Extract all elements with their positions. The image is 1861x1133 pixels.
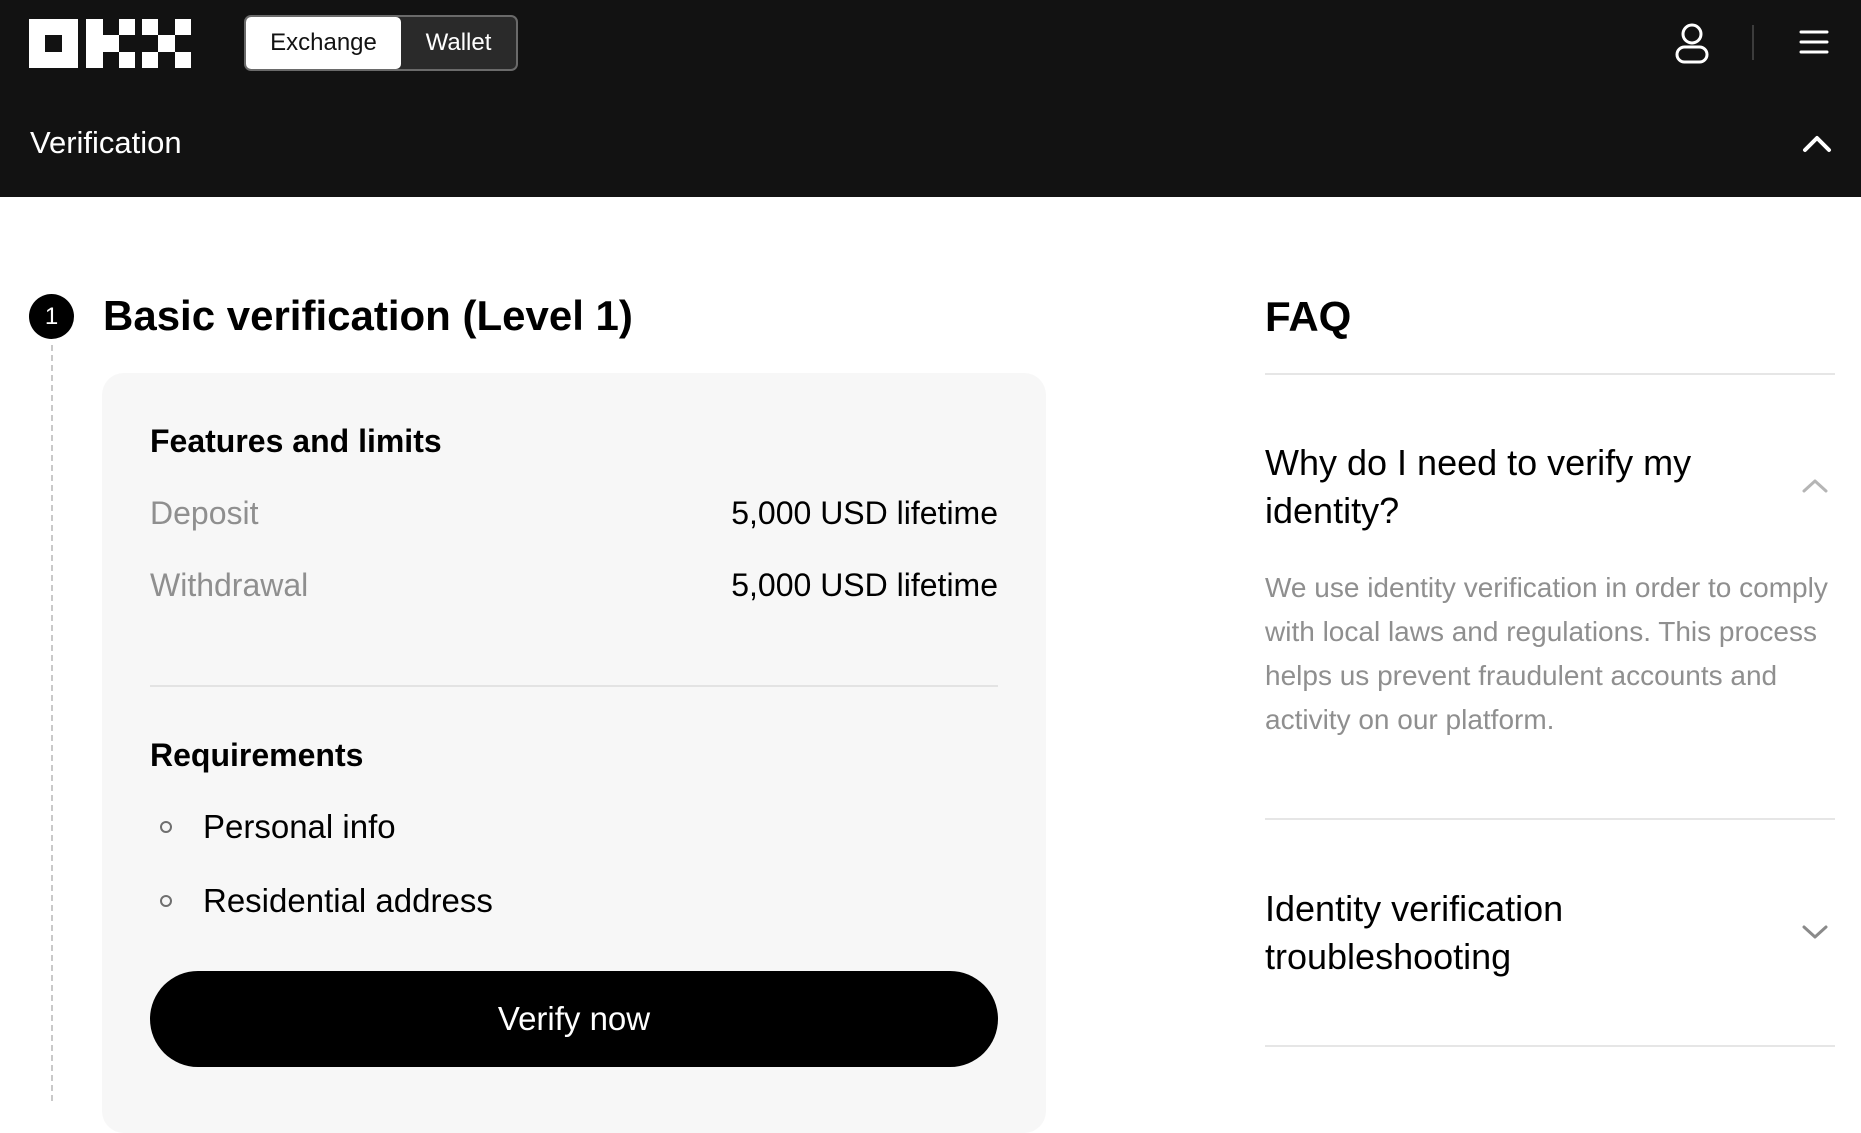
requirements-title: Requirements [150,737,364,773]
requirement-label: Personal info [203,808,396,845]
top-navigation-bar: Exchange Wallet Verification [0,0,1861,197]
limit-row-withdrawal: Withdrawal 5,000 USD lifetime [150,563,998,607]
faq-divider [1265,373,1835,375]
limit-label: Deposit [150,494,259,531]
step-title: Basic verification (Level 1) [103,292,633,339]
requirement-item: Personal info [160,805,396,849]
limit-value: 5,000 USD lifetime [731,566,998,603]
wallet-toggle-button[interactable]: Wallet [401,17,516,69]
okx-logo-icon [29,19,191,68]
bullet-icon [160,895,172,907]
okx-logo[interactable] [29,19,191,68]
faq-question-why-verify[interactable]: Why do I need to verify my identity? [1265,439,1745,535]
card-divider [150,685,998,687]
limit-label: Withdrawal [150,566,309,603]
topbar-divider [1752,25,1754,60]
page-title: Verification [30,125,182,160]
faq-divider [1265,818,1835,820]
faq-heading: FAQ [1265,293,1352,340]
faq-answer: We use identity verification in order to… [1265,572,1828,735]
faq-question-troubleshooting[interactable]: Identity verification troubleshooting [1265,885,1745,981]
bullet-icon [160,821,172,833]
requirement-item: Residential address [160,879,493,923]
exchange-wallet-toggle: Exchange Wallet [244,15,518,71]
chevron-up-icon[interactable] [1800,476,1830,496]
chevron-up-icon[interactable] [1801,130,1833,158]
features-title: Features and limits [150,423,442,459]
limit-row-deposit: Deposit 5,000 USD lifetime [150,491,998,535]
verify-now-button[interactable]: Verify now [150,971,998,1067]
faq-divider [1265,1045,1835,1047]
user-icon[interactable] [1670,21,1714,65]
step-number-badge: 1 [29,294,74,339]
limit-value: 5,000 USD lifetime [731,494,998,531]
chevron-down-icon[interactable] [1800,922,1830,942]
exchange-toggle-button[interactable]: Exchange [246,17,401,69]
step-connector-line [51,345,53,1101]
requirement-label: Residential address [203,882,493,919]
hamburger-menu-icon[interactable] [1798,26,1830,58]
verification-card: Features and limits Deposit 5,000 USD li… [102,373,1046,1133]
